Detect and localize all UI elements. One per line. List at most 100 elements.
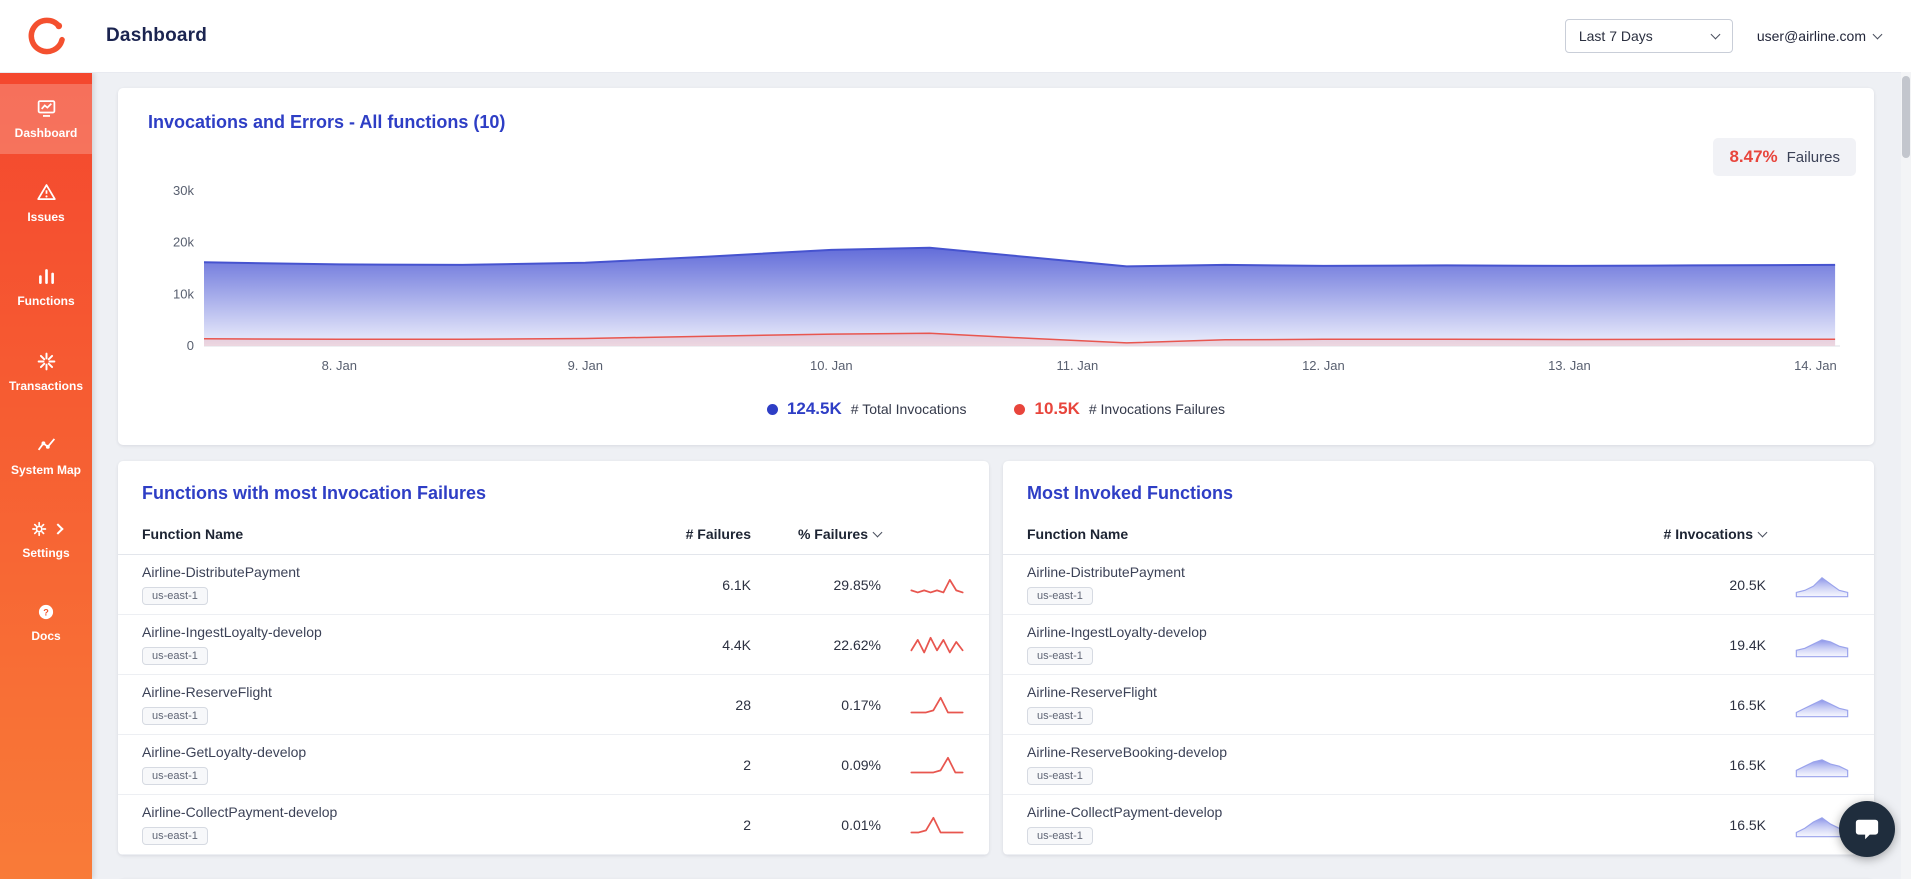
svg-text:12. Jan: 12. Jan [1302, 358, 1345, 373]
invocations-sparkline [1795, 638, 1849, 657]
function-name-link[interactable]: Airline-ReserveBooking-develop [1027, 744, 1616, 760]
sort-caret-icon [872, 527, 883, 538]
chevron-right-icon [52, 523, 64, 535]
table-row[interactable]: Airline-ReserveFlight us-east-1 28 0.17% [118, 675, 989, 735]
main-content: Invocations and Errors - All functions (… [92, 72, 1911, 879]
app-logo[interactable] [0, 14, 92, 58]
region-badge: us-east-1 [1027, 647, 1093, 665]
region-badge: us-east-1 [142, 707, 208, 725]
column-function-name: Function Name [142, 526, 244, 542]
table-row[interactable]: Airline-IngestLoyalty-develop us-east-1 … [118, 615, 989, 675]
function-name-link[interactable]: Airline-IngestLoyalty-develop [142, 624, 621, 640]
sidebar-item-label: Dashboard [14, 126, 78, 140]
invocations-count: 16.5K [1729, 756, 1766, 773]
chevron-down-icon [1872, 29, 1883, 40]
svg-text:10k: 10k [173, 286, 194, 301]
legend-total-value: 124.5K [786, 399, 842, 418]
system-map-icon [36, 435, 57, 456]
legend-dot-blue [766, 403, 778, 415]
column-failures-pct[interactable]: % Failures [751, 526, 883, 542]
bar-chart-icon [36, 266, 57, 287]
invocations-sparkline [1795, 758, 1849, 777]
invocations-chart[interactable]: 0 10k 20k 30k 8. Jan 9. Jan 10. Jan 11. Jan 12. … [148, 179, 1844, 379]
sidebar-item-issues[interactable]: Issues [0, 168, 92, 238]
invocations-count: 16.5K [1729, 816, 1766, 833]
function-name-link[interactable]: Airline-CollectPayment-develop [1027, 804, 1616, 820]
table-row[interactable]: Airline-CollectPayment-develop us-east-1… [118, 795, 989, 855]
legend-invocation-failures[interactable]: 10.5K # Invocations Failures [1014, 399, 1225, 419]
scrollbar[interactable] [1901, 72, 1911, 879]
table-row[interactable]: Airline-ReserveBooking-develop us-east-1… [1003, 735, 1874, 795]
failures-sparkline [910, 696, 964, 713]
chart-legend: 124.5K # Total Invocations 10.5K # Invoc… [148, 399, 1844, 419]
function-name-link[interactable]: Airline-GetLoyalty-develop [142, 744, 621, 760]
table-row[interactable]: Airline-DistributePayment us-east-1 6.1K… [118, 555, 989, 615]
sidebar: Dashboard Issues Functions Transactions [0, 72, 92, 879]
failure-rate-badge: 8.47% Failures [1713, 138, 1856, 176]
legend-dot-red [1014, 403, 1026, 415]
failures-sparkline [910, 816, 964, 833]
time-range-select[interactable]: Last 7 Days [1564, 19, 1733, 53]
sidebar-item-label: Functions [17, 294, 75, 309]
sidebar-item-label: Docs [31, 629, 61, 644]
chevron-down-icon [1710, 29, 1721, 40]
failures-count: 6.1K [722, 576, 751, 593]
failures-card: Functions with most Invocation Failures … [118, 461, 989, 855]
user-menu[interactable]: user@airline.com [1756, 28, 1883, 44]
table-header: Function Name # Failures % Failures [118, 510, 989, 555]
topbar-controls: Last 7 Days user@airline.com [1564, 19, 1911, 53]
function-name-link[interactable]: Airline-DistributePayment [142, 564, 621, 580]
failure-rate-label: Failures [1786, 149, 1840, 166]
function-name-link[interactable]: Airline-ReserveFlight [142, 684, 621, 700]
function-name-link[interactable]: Airline-DistributePayment [1027, 564, 1616, 580]
failures-pct: 0.09% [841, 756, 881, 773]
table-header: Function Name # Invocations [1003, 510, 1874, 555]
invocations-sparkline [1795, 576, 1849, 597]
failures-sparkline [910, 578, 964, 593]
failures-count: 4.4K [722, 636, 751, 653]
region-badge: us-east-1 [142, 587, 208, 605]
scrollbar-thumb[interactable] [1902, 76, 1910, 158]
table-row[interactable]: Airline-GetLoyalty-develop us-east-1 2 0… [118, 735, 989, 795]
sidebar-item-functions[interactable]: Functions [0, 252, 92, 322]
table-row[interactable]: Airline-IngestLoyalty-develop us-east-1 … [1003, 615, 1874, 675]
column-invocations[interactable]: # Invocations [1616, 526, 1768, 542]
legend-failures-label: # Invocations Failures [1088, 401, 1226, 417]
sidebar-item-dashboard[interactable]: Dashboard [0, 84, 92, 155]
failures-pct: 29.85% [833, 576, 881, 593]
function-name-link[interactable]: Airline-IngestLoyalty-develop [1027, 624, 1616, 640]
region-badge: us-east-1 [1027, 827, 1093, 845]
legend-total-invocations[interactable]: 124.5K # Total Invocations [766, 399, 966, 419]
svg-text:0: 0 [187, 338, 194, 353]
invocations-card-title: Invocations and Errors - All functions (… [148, 112, 506, 132]
invocations-card: Invocations and Errors - All functions (… [118, 88, 1874, 445]
failures-sparkline [910, 636, 964, 653]
chat-launcher-button[interactable] [1839, 801, 1895, 857]
failure-rate-value: 8.47% [1729, 147, 1778, 166]
svg-text:30k: 30k [173, 183, 194, 198]
sidebar-item-label: System Map [10, 462, 82, 477]
sidebar-item-system-map[interactable]: System Map [0, 421, 92, 491]
svg-text:?: ? [43, 607, 49, 617]
invocations-count: 16.5K [1729, 696, 1766, 713]
sidebar-item-transactions[interactable]: Transactions [0, 337, 92, 407]
dashboard-icon [36, 98, 57, 119]
table-row[interactable]: Airline-ReserveFlight us-east-1 16.5K [1003, 675, 1874, 735]
function-name-link[interactable]: Airline-CollectPayment-develop [142, 804, 621, 820]
failures-pct: 0.01% [841, 816, 881, 833]
logo-icon [28, 17, 65, 55]
table-row[interactable]: Airline-DistributePayment us-east-1 20.5… [1003, 555, 1874, 615]
invoked-card-title: Most Invoked Functions [1027, 483, 1234, 503]
sidebar-item-settings[interactable]: Settings [0, 505, 92, 574]
failures-count: 2 [743, 756, 751, 773]
function-name-link[interactable]: Airline-ReserveFlight [1027, 684, 1616, 700]
table-row[interactable]: Airline-CollectPayment-develop us-east-1… [1003, 795, 1874, 855]
warning-triangle-icon [36, 182, 57, 203]
region-badge: us-east-1 [142, 647, 208, 665]
region-badge: us-east-1 [1027, 707, 1093, 725]
page-title: Dashboard [106, 25, 208, 46]
invocations-count: 20.5K [1729, 576, 1766, 593]
user-email: user@airline.com [1756, 28, 1866, 44]
sidebar-item-docs[interactable]: ? Docs [0, 588, 92, 657]
help-circle-icon: ? [36, 602, 56, 622]
